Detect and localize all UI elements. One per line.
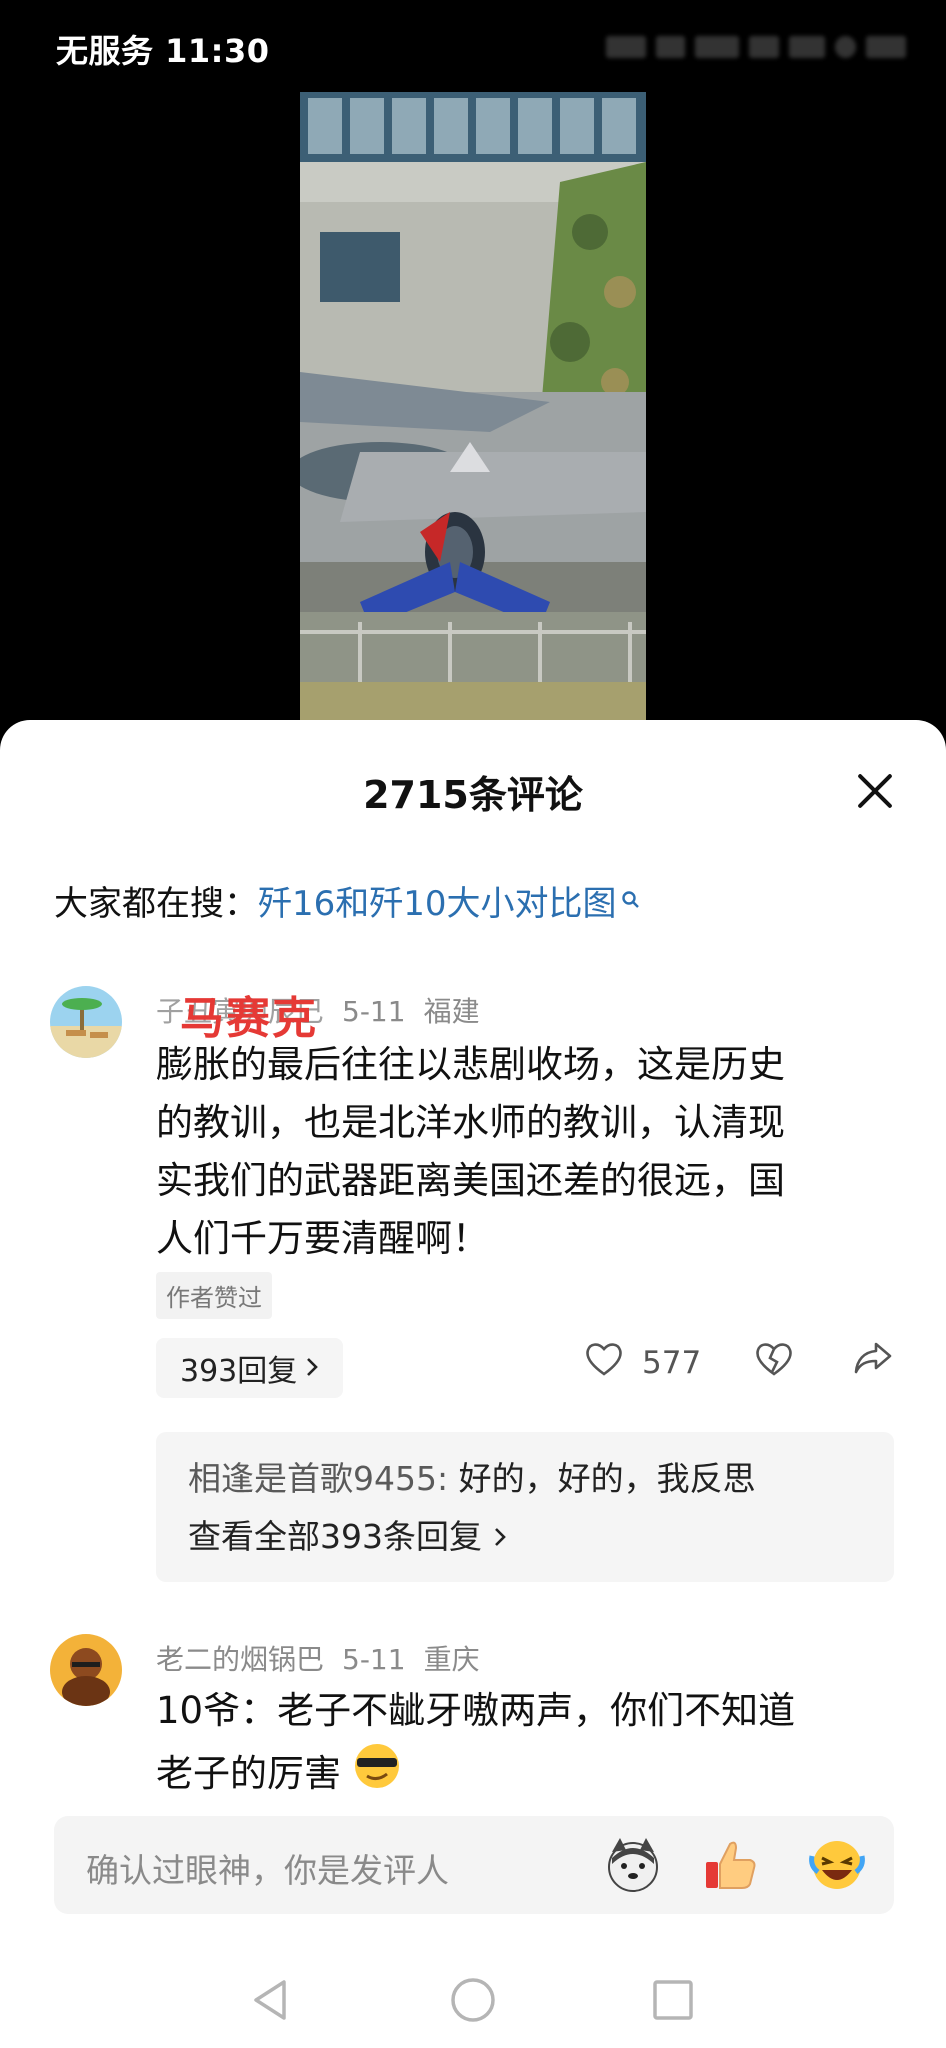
comment-date: 5-11 — [342, 995, 406, 1028]
avatar[interactable] — [50, 986, 122, 1058]
comment-line: 10爷：老子不龇牙嗷两声，你们不知道 — [156, 1689, 796, 1732]
comment-input-placeholder: 确认过眼神，你是发评人 — [86, 1851, 449, 1890]
reply-preview: 相逢是首歌9455: 好的，好的，我反思 — [188, 1452, 756, 1500]
status-icons — [606, 30, 906, 64]
comment-date: 5-11 — [342, 1643, 406, 1676]
comment-line-text: 老子的厉害 — [156, 1751, 341, 1795]
dislike-button[interactable] — [754, 1340, 794, 1386]
trending-search: 大家都在搜： 歼16和歼10大小对比图 — [54, 876, 641, 925]
comment-username[interactable]: 老二的烟锅巴 — [156, 1643, 324, 1676]
status-bar: 无服务 11:30 — [0, 0, 946, 92]
like-button[interactable]: 577 — [584, 1340, 701, 1386]
reply-preview-box[interactable]: 相逢是首歌9455: 好的，好的，我反思 查看全部393条回复 — [156, 1432, 894, 1582]
heart-icon — [584, 1340, 624, 1386]
comment-line: 人们千万要清醒啊！ — [156, 1217, 489, 1260]
reply-count-button[interactable]: 393回复 — [156, 1338, 344, 1398]
status-text: 无服务 11:30 — [56, 32, 270, 70]
comment-meta: 老二的烟锅巴 5-11 重庆 — [156, 1638, 498, 1678]
like-count: 577 — [642, 1345, 702, 1381]
trending-search-label: 大家都在搜： — [54, 884, 258, 924]
avatar[interactable] — [50, 1634, 122, 1706]
reply-preview-user[interactable]: 相逢是首歌9455: — [188, 1459, 448, 1498]
recent-square-icon[interactable] — [643, 1970, 703, 2030]
reply-preview-text: 好的，好的，我反思 — [458, 1459, 756, 1498]
comment-count-title: 2715条评论 — [363, 773, 583, 817]
share-button[interactable] — [852, 1340, 894, 1384]
video-player[interactable] — [300, 92, 646, 720]
laughing-emoji-icon[interactable] — [806, 1834, 868, 1896]
back-triangle-icon[interactable] — [242, 1970, 302, 2030]
view-all-replies-label: 查看全部393条回复 — [188, 1517, 482, 1556]
husky-emoji-icon[interactable] — [602, 1834, 664, 1896]
broken-heart-icon — [754, 1340, 794, 1386]
comment-location: 福建 — [423, 995, 480, 1028]
comment-line: 老子的厉害 — [156, 1740, 795, 1807]
chevron-right-icon — [493, 1517, 507, 1556]
home-circle-icon[interactable] — [443, 1970, 503, 2030]
chevron-right-icon — [305, 1351, 319, 1386]
comment-line: 实我们的武器距离美国还差的很远，国 — [156, 1159, 785, 1202]
comment-text: 10爷：老子不龇牙嗷两声，你们不知道 老子的厉害 — [156, 1682, 795, 1807]
thumbs-up-emoji-icon[interactable] — [700, 1834, 762, 1896]
author-liked-badge: 作者赞过 — [156, 1272, 272, 1319]
jet-video-frame — [300, 92, 646, 720]
share-icon — [852, 1340, 894, 1384]
comment-text: 膨胀的最后往往以悲剧收场，这是历史 的教训，也是北洋水师的教训，认清现 实我们的… — [156, 1036, 785, 1268]
reply-count-label: 393回复 — [180, 1354, 298, 1389]
comment-line: 的教训，也是北洋水师的教训，认清现 — [156, 1101, 785, 1144]
comment-sheet: 2715条评论 大家都在搜： 歼16和歼10大小对比图 子丑寅卯辰巳 5-11 福建… — [0, 720, 946, 2048]
comment-input[interactable]: 确认过眼神，你是发评人 — [54, 1816, 894, 1914]
search-icon[interactable] — [621, 879, 641, 908]
cool-emoji-icon — [347, 1740, 407, 1807]
comment-line: 膨胀的最后往往以悲剧收场，这是历史 — [156, 1043, 785, 1086]
system-nav-bar — [0, 1970, 946, 2048]
view-all-replies-link[interactable]: 查看全部393条回复 — [188, 1510, 507, 1558]
close-icon[interactable] — [852, 768, 898, 814]
comment-location: 重庆 — [423, 1643, 480, 1676]
trending-search-link[interactable]: 歼16和歼10大小对比图 — [258, 876, 617, 925]
